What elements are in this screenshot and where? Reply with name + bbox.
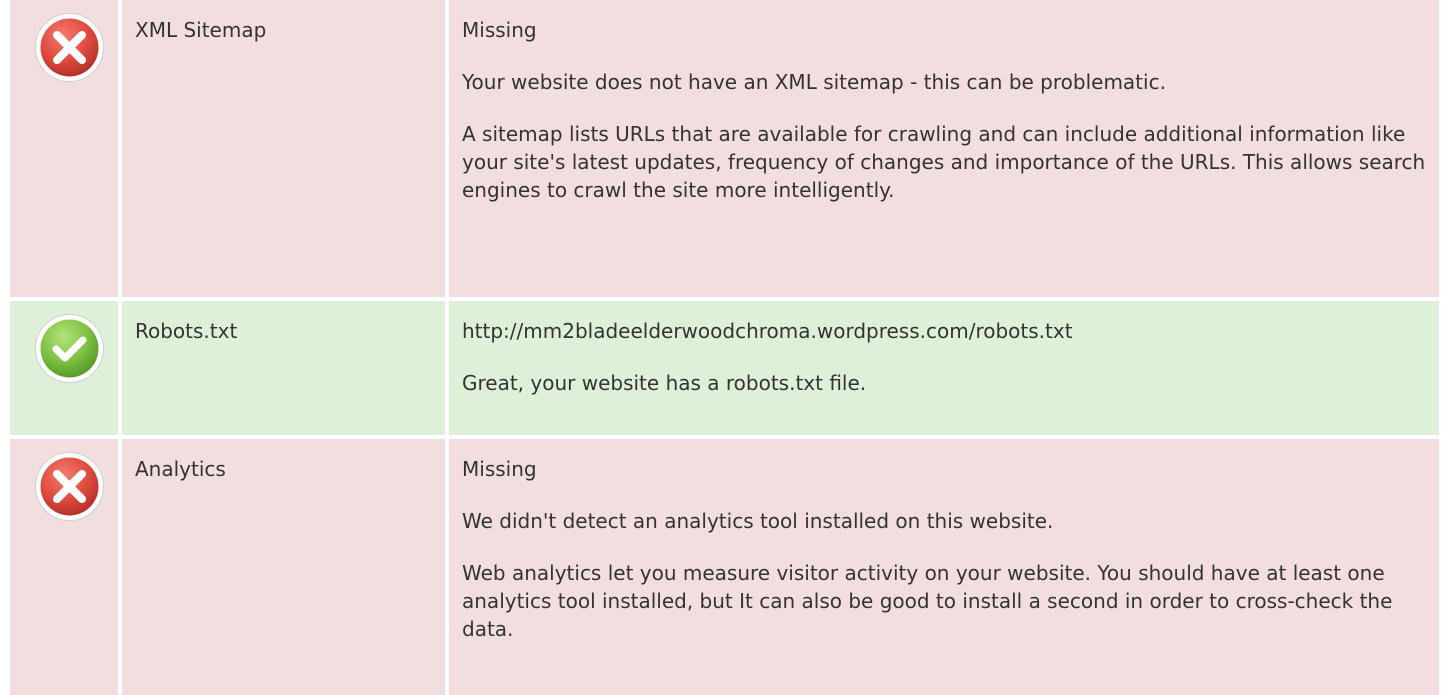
status-cell [10, 301, 118, 435]
check-summary: Your website does not have an XML sitema… [462, 70, 1166, 94]
check-value: Missing [462, 457, 537, 481]
check-description: Web analytics let you measure visitor ac… [462, 561, 1393, 641]
check-value: Missing [462, 18, 537, 42]
check-summary: We didn't detect an analytics tool insta… [462, 509, 1054, 533]
status-cell [10, 439, 118, 695]
error-icon [33, 11, 106, 84]
check-name-cell: XML Sitemap [122, 0, 445, 297]
report-row-analytics: Analytics Missing We didn't detect an an… [0, 439, 1451, 695]
check-description: A sitemap lists URLs that are available … [462, 122, 1426, 202]
robots-txt-url: http://mm2bladeelderwoodchroma.wordpress… [462, 319, 1073, 343]
check-name-cell: Robots.txt [122, 301, 445, 435]
check-name: Robots.txt [135, 319, 238, 343]
check-detail-cell: http://mm2bladeelderwoodchroma.wordpress… [449, 301, 1439, 435]
check-detail-cell: Missing We didn't detect an analytics to… [449, 439, 1439, 695]
error-icon [33, 450, 106, 523]
check-summary: Great, your website has a robots.txt fil… [462, 371, 867, 395]
check-name-cell: Analytics [122, 439, 445, 695]
check-name: XML Sitemap [135, 18, 267, 42]
status-cell [10, 0, 118, 297]
check-name: Analytics [135, 457, 226, 481]
check-detail-cell: Missing Your website does not have an XM… [449, 0, 1439, 297]
check-icon [33, 312, 106, 385]
report-row-xml-sitemap: XML Sitemap Missing Your website does no… [0, 0, 1451, 297]
report-row-robots-txt: Robots.txt http://mm2bladeelderwoodchrom… [0, 301, 1451, 435]
